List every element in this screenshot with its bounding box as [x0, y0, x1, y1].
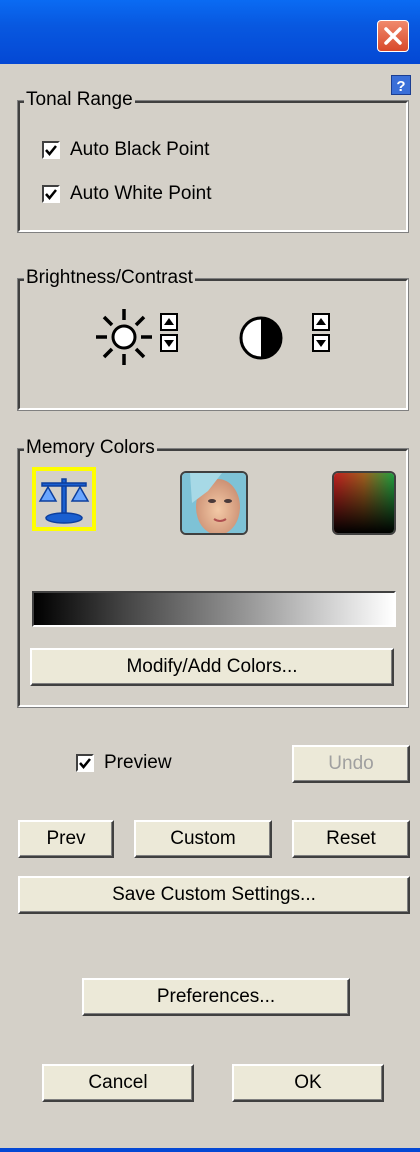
tonal-range-group: Tonal Range Auto Black Point Auto White …	[17, 89, 409, 233]
modify-add-colors-button[interactable]: Modify/Add Colors...	[30, 648, 394, 686]
svg-text:?: ?	[396, 78, 405, 94]
auto-white-point-label: Auto White Point	[70, 183, 212, 204]
close-icon	[384, 27, 402, 45]
brightness-up-button[interactable]	[160, 313, 178, 331]
arrow-up-icon	[316, 318, 326, 325]
auto-white-point-checkbox[interactable]	[42, 185, 60, 203]
color-gamut-button[interactable]	[332, 471, 396, 535]
checkmark-icon	[45, 189, 57, 200]
help-icon: ?	[396, 78, 405, 94]
memory-colors-title: Memory Colors	[24, 437, 157, 459]
close-button[interactable]	[377, 20, 409, 52]
contrast-icon	[239, 316, 283, 360]
sun-icon	[96, 309, 152, 365]
contrast-up-button[interactable]	[312, 313, 330, 331]
balance-scale-icon	[38, 478, 90, 524]
auto-black-point-label: Auto Black Point	[70, 139, 210, 160]
reset-button[interactable]: Reset	[292, 820, 410, 858]
arrow-up-icon	[164, 318, 174, 325]
prev-button[interactable]: Prev	[18, 820, 114, 858]
auto-white-point-option[interactable]: Auto White Point	[42, 183, 212, 205]
cancel-button[interactable]: Cancel	[42, 1064, 194, 1102]
tonal-range-title: Tonal Range	[24, 89, 135, 111]
arrow-down-icon	[164, 340, 174, 347]
preview-checkbox[interactable]	[76, 754, 94, 772]
color-gradient-icon	[334, 473, 394, 533]
undo-button[interactable]: Undo	[292, 745, 410, 783]
checkmark-icon	[45, 145, 57, 156]
checkmark-icon	[79, 758, 91, 769]
brightness-contrast-title: Brightness/Contrast	[24, 267, 195, 289]
help-button[interactable]: ?	[391, 75, 411, 95]
memory-colors-group: Memory Colors Modify/Add Colors...	[17, 437, 409, 708]
auto-black-point-option[interactable]: Auto Black Point	[42, 139, 209, 161]
contrast-stepper[interactable]	[312, 313, 330, 352]
title-bar	[0, 0, 420, 64]
auto-black-point-checkbox[interactable]	[42, 141, 60, 159]
save-custom-settings-button[interactable]: Save Custom Settings...	[18, 876, 410, 914]
brightness-contrast-group: Brightness/Contrast	[17, 267, 409, 411]
arrow-down-icon	[316, 340, 326, 347]
face-portrait-icon	[182, 473, 246, 533]
brightness-down-button[interactable]	[160, 334, 178, 352]
ok-button[interactable]: OK	[232, 1064, 384, 1102]
preview-option[interactable]: Preview	[76, 752, 172, 774]
tone-gradient-bar	[32, 591, 396, 627]
preview-label: Preview	[104, 752, 172, 773]
brightness-stepper[interactable]	[160, 313, 178, 352]
skin-tone-button[interactable]	[180, 471, 248, 535]
custom-button[interactable]: Custom	[134, 820, 272, 858]
contrast-down-button[interactable]	[312, 334, 330, 352]
window-bottom-border	[0, 1148, 420, 1152]
preferences-button[interactable]: Preferences...	[82, 978, 350, 1016]
balance-scale-button[interactable]	[32, 467, 96, 531]
